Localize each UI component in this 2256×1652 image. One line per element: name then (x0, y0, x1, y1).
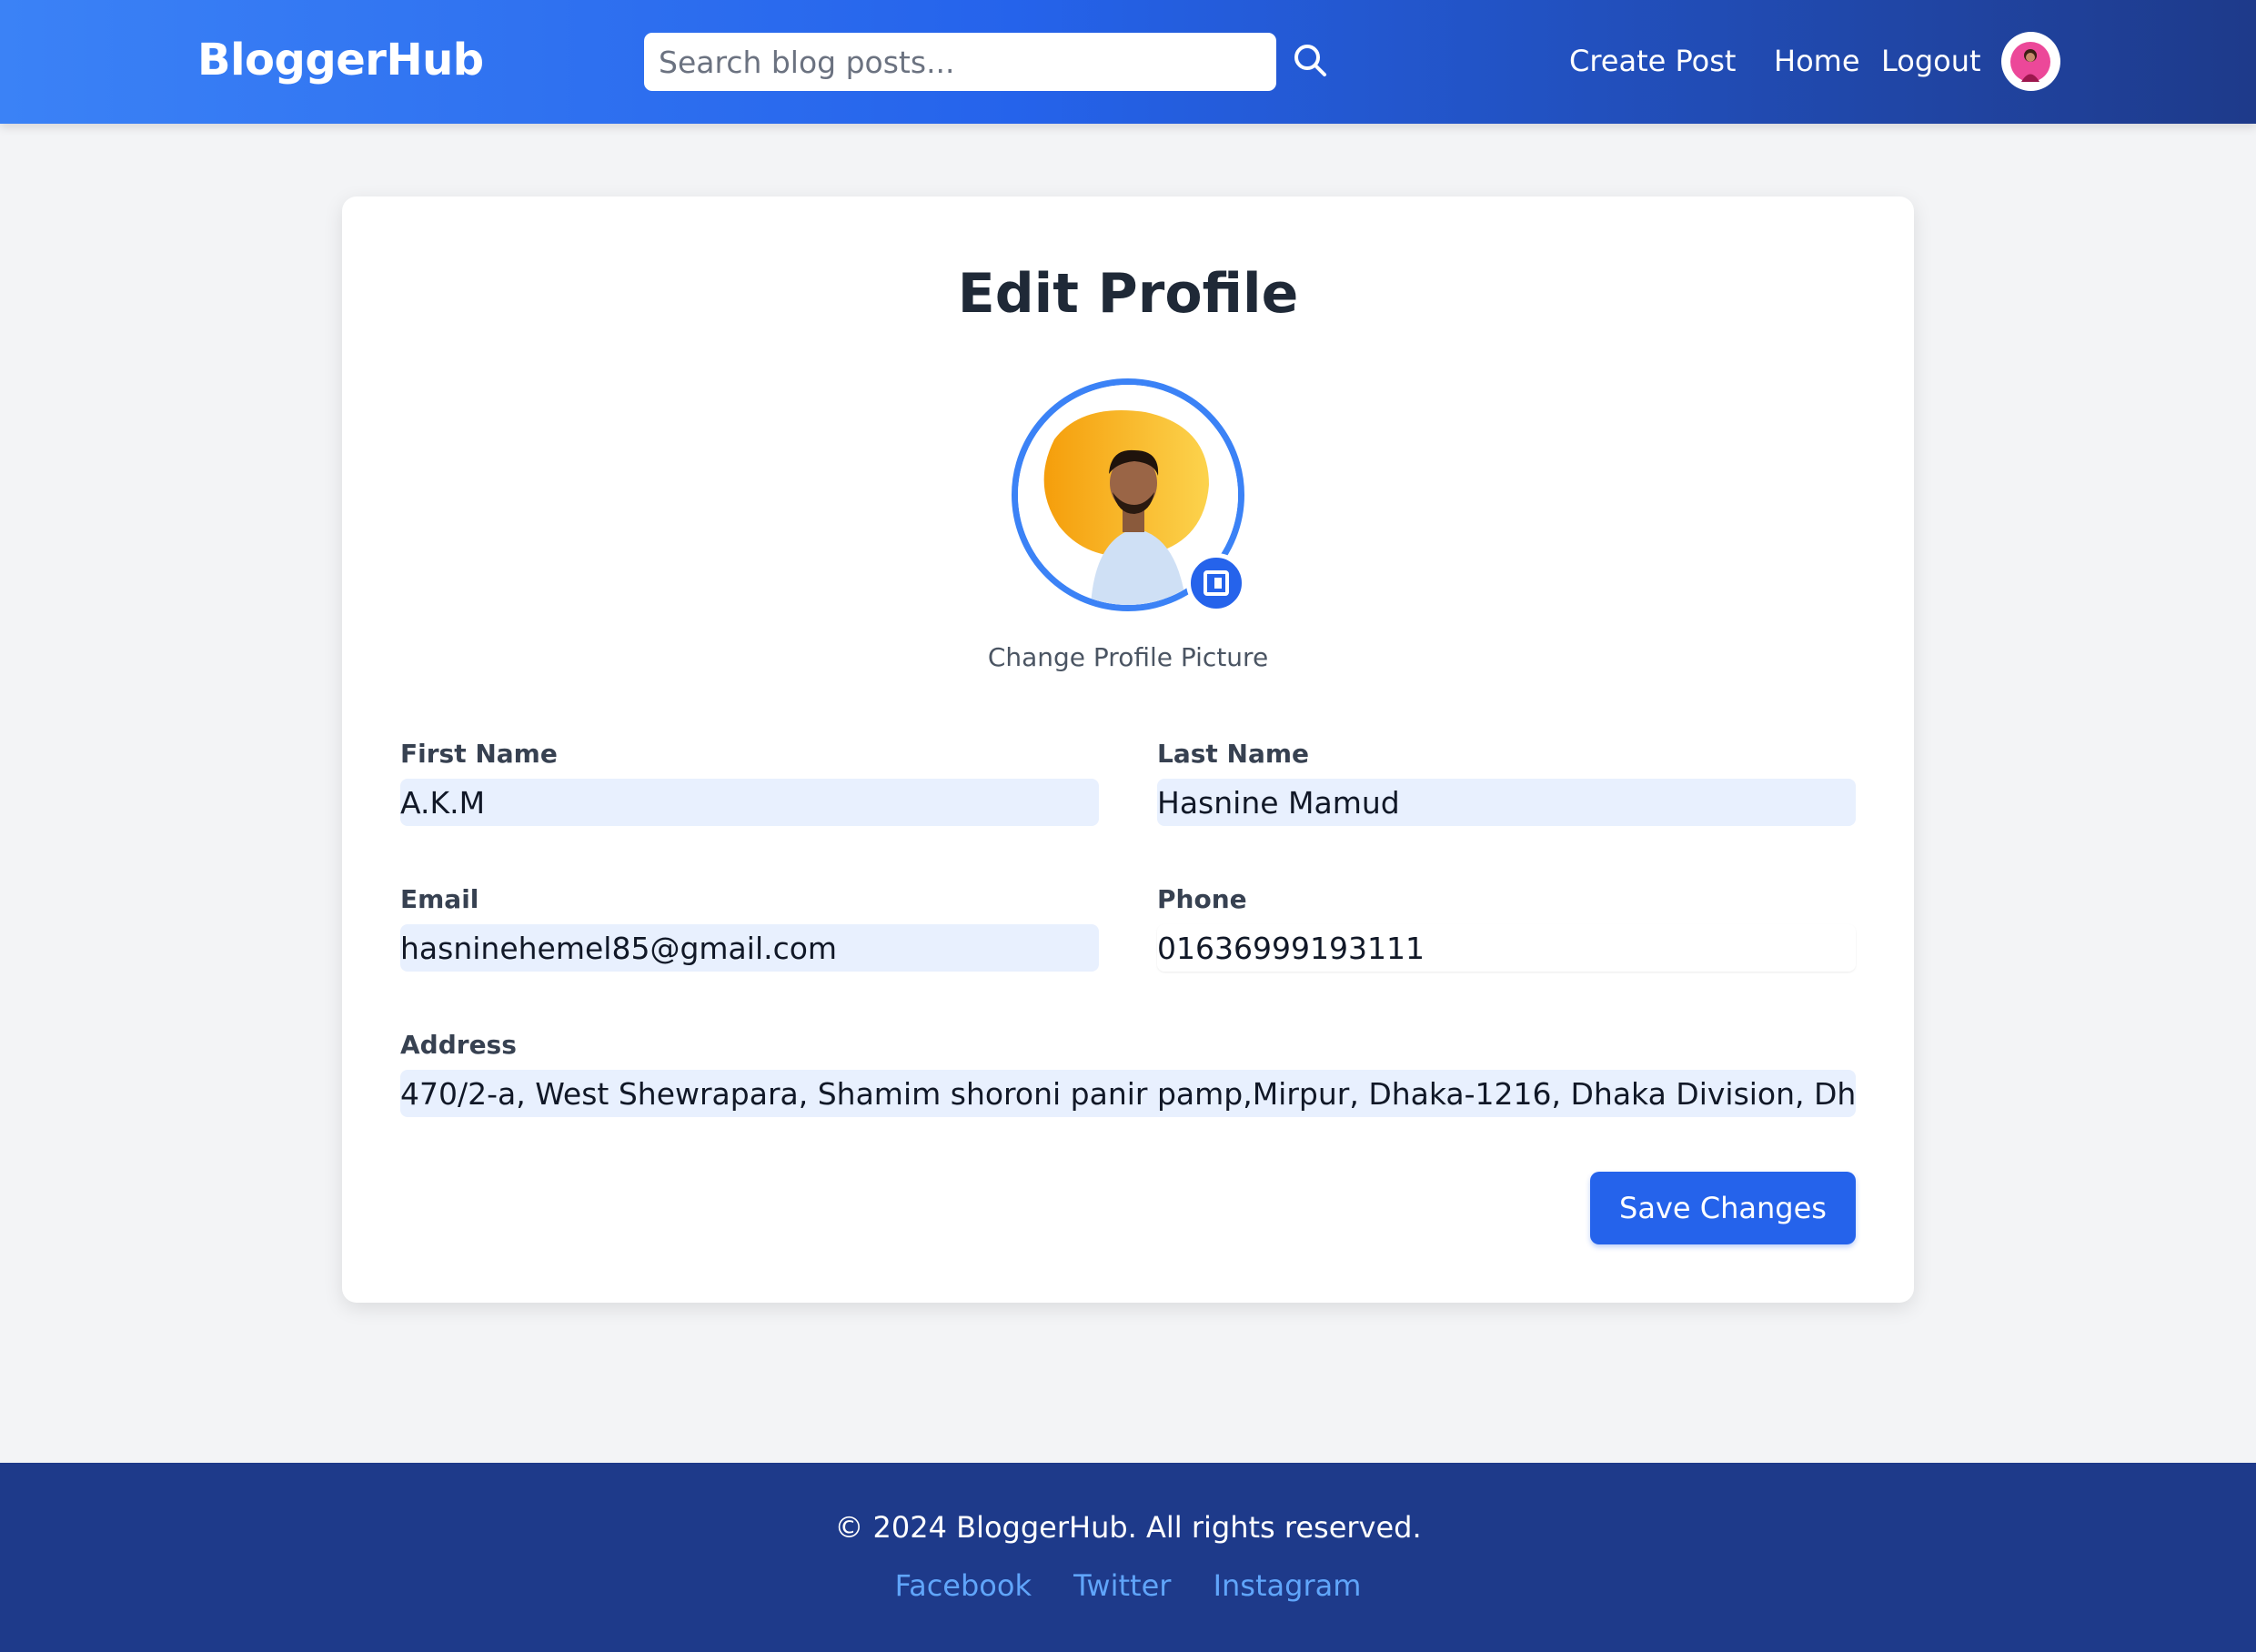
user-avatar[interactable] (2001, 32, 2060, 91)
change-picture-label: Change Profile Picture (987, 642, 1269, 672)
email-label: Email (400, 884, 479, 914)
footer-link-twitter[interactable]: Twitter (1073, 1568, 1171, 1603)
first-name-field[interactable] (400, 779, 1099, 826)
last-name-field[interactable] (1157, 779, 1856, 826)
footer-links: Facebook Twitter Instagram (0, 1568, 2256, 1603)
save-changes-button[interactable]: Save Changes (1590, 1172, 1856, 1244)
navbar: BloggerHub Create Post Home Logout (0, 0, 2256, 124)
search-button[interactable] (1290, 40, 1332, 82)
phone-label: Phone (1157, 884, 1247, 914)
nav-logout[interactable]: Logout (1881, 44, 1981, 78)
avatar-image (2010, 42, 2050, 82)
brand-logo[interactable]: BloggerHub (197, 35, 484, 86)
edit-profile-card: Edit Profile Change Profile Picture Firs… (342, 196, 1914, 1303)
phone-field[interactable] (1157, 924, 1856, 972)
address-label: Address (400, 1030, 517, 1060)
copyright-text: © 2024 BloggerHub. All rights reserved. (834, 1510, 1422, 1545)
search-icon (1294, 45, 1326, 76)
nav-create-post[interactable]: Create Post (1569, 44, 1736, 78)
footer: © 2024 BloggerHub. All rights reserved. … (0, 1463, 2256, 1652)
first-name-label: First Name (400, 739, 558, 769)
last-name-label: Last Name (1157, 739, 1310, 769)
page-title: Edit Profile (957, 262, 1299, 326)
footer-link-instagram[interactable]: Instagram (1214, 1568, 1362, 1603)
nav-home[interactable]: Home (1774, 44, 1860, 78)
camera-icon (1204, 570, 1229, 596)
email-field[interactable] (400, 924, 1099, 972)
search-input[interactable] (644, 33, 1276, 91)
change-photo-button[interactable] (1186, 553, 1246, 613)
address-field[interactable] (400, 1070, 1856, 1117)
footer-link-facebook[interactable]: Facebook (895, 1568, 1032, 1603)
